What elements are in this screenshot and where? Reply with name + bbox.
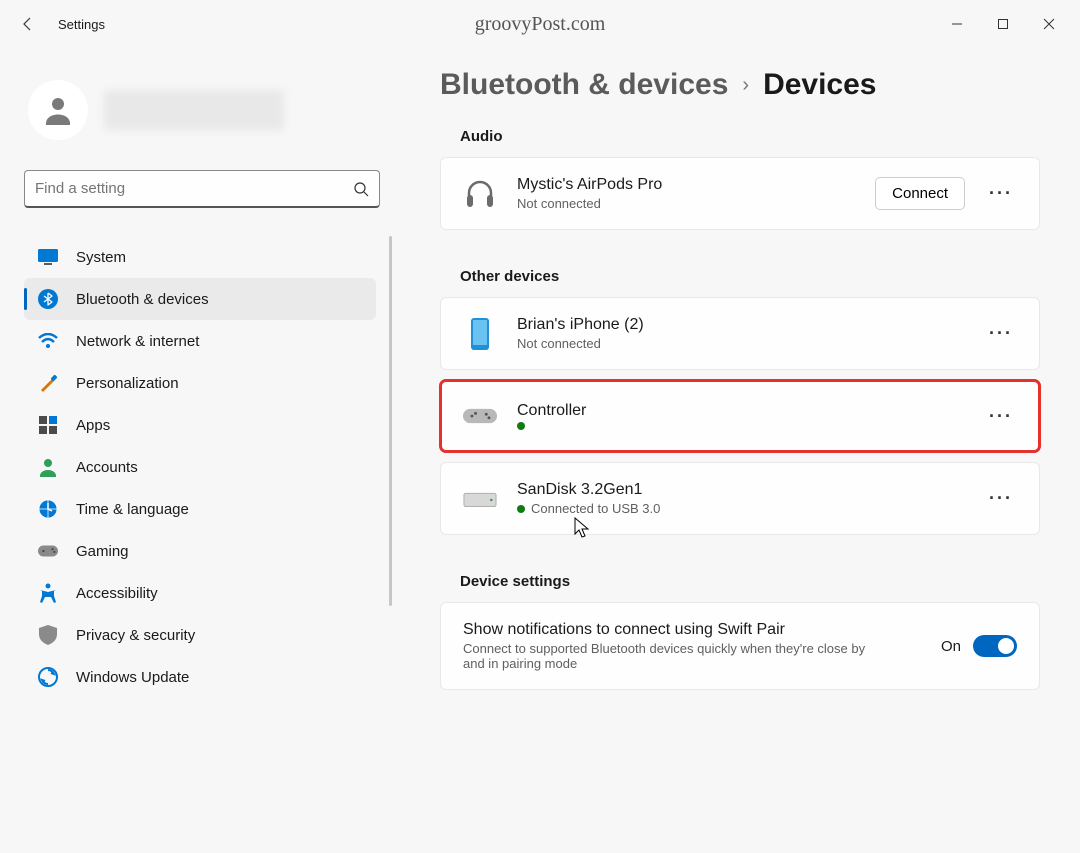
sidebar-item-label: Network & internet bbox=[76, 333, 199, 350]
phone-icon bbox=[463, 317, 497, 351]
search-icon bbox=[353, 181, 369, 197]
device-card-sandisk[interactable]: SanDisk 3.2Gen1 Connected to USB 3.0 ··· bbox=[440, 462, 1040, 535]
sidebar-item-label: Accessibility bbox=[76, 585, 158, 602]
breadcrumb-current: Devices bbox=[763, 68, 876, 102]
sidebar-item-label: Privacy & security bbox=[76, 627, 195, 644]
toggle-state-label: On bbox=[941, 638, 961, 655]
device-status bbox=[517, 422, 965, 430]
watermark: groovyPost.com bbox=[475, 13, 606, 36]
search-input[interactable] bbox=[35, 180, 353, 197]
device-card-airpods[interactable]: Mystic's AirPods Pro Not connected Conne… bbox=[440, 157, 1040, 230]
back-button[interactable] bbox=[8, 4, 48, 44]
sidebar-item-privacy-security[interactable]: Privacy & security bbox=[24, 614, 376, 656]
shield-icon bbox=[38, 625, 58, 645]
sidebar-item-label: Windows Update bbox=[76, 669, 189, 686]
paintbrush-icon bbox=[38, 373, 58, 393]
status-dot-icon bbox=[517, 505, 525, 513]
device-status: Not connected bbox=[517, 196, 855, 211]
section-title-audio: Audio bbox=[460, 128, 1040, 145]
headphones-icon bbox=[463, 177, 497, 211]
more-button[interactable]: ··· bbox=[985, 177, 1017, 210]
setting-title: Show notifications to connect using Swif… bbox=[463, 621, 921, 639]
search-box[interactable] bbox=[24, 170, 380, 208]
sidebar-item-gaming[interactable]: Gaming bbox=[24, 530, 376, 572]
sidebar-item-network[interactable]: Network & internet bbox=[24, 320, 376, 362]
update-icon bbox=[38, 667, 58, 687]
sidebar-item-label: Gaming bbox=[76, 543, 129, 560]
minimize-button[interactable] bbox=[934, 8, 980, 40]
device-name: Mystic's AirPods Pro bbox=[517, 176, 855, 194]
breadcrumb-parent[interactable]: Bluetooth & devices bbox=[440, 68, 728, 102]
setting-description: Connect to supported Bluetooth devices q… bbox=[463, 641, 883, 671]
sidebar-item-system[interactable]: System bbox=[24, 236, 376, 278]
connect-button[interactable]: Connect bbox=[875, 177, 965, 210]
person-icon bbox=[38, 457, 58, 477]
sidebar-item-time-language[interactable]: Time & language bbox=[24, 488, 376, 530]
maximize-button[interactable] bbox=[980, 8, 1026, 40]
device-card-iphone[interactable]: Brian's iPhone (2) Not connected ··· bbox=[440, 297, 1040, 370]
sidebar-item-windows-update[interactable]: Windows Update bbox=[24, 656, 376, 698]
apps-icon bbox=[38, 415, 58, 435]
avatar bbox=[28, 80, 88, 140]
sidebar-item-label: Apps bbox=[76, 417, 110, 434]
profile-block[interactable] bbox=[24, 60, 392, 170]
sidebar-item-accessibility[interactable]: Accessibility bbox=[24, 572, 376, 614]
sidebar-item-label: Time & language bbox=[76, 501, 189, 518]
more-button[interactable]: ··· bbox=[985, 482, 1017, 515]
toggle-switch[interactable] bbox=[973, 635, 1017, 657]
device-name: Brian's iPhone (2) bbox=[517, 316, 965, 334]
more-button[interactable]: ··· bbox=[985, 317, 1017, 350]
profile-name-blurred bbox=[104, 90, 284, 130]
controller-icon bbox=[463, 399, 497, 433]
globe-clock-icon bbox=[38, 499, 58, 519]
device-status: Connected to USB 3.0 bbox=[517, 501, 965, 516]
more-button[interactable]: ··· bbox=[985, 400, 1017, 433]
drive-icon bbox=[463, 482, 497, 516]
sidebar-item-apps[interactable]: Apps bbox=[24, 404, 376, 446]
device-status: Not connected bbox=[517, 336, 965, 351]
sidebar-item-accounts[interactable]: Accounts bbox=[24, 446, 376, 488]
status-dot-icon bbox=[517, 422, 525, 430]
gamepad-icon bbox=[38, 541, 58, 561]
sidebar-item-label: Accounts bbox=[76, 459, 138, 476]
system-icon bbox=[38, 247, 58, 267]
device-name: SanDisk 3.2Gen1 bbox=[517, 481, 965, 499]
section-title-device-settings: Device settings bbox=[460, 573, 1040, 590]
device-name: Controller bbox=[517, 402, 965, 420]
setting-swift-pair[interactable]: Show notifications to connect using Swif… bbox=[440, 602, 1040, 690]
sidebar-item-personalization[interactable]: Personalization bbox=[24, 362, 376, 404]
bluetooth-icon bbox=[38, 289, 58, 309]
chevron-right-icon: › bbox=[742, 74, 749, 97]
app-title: Settings bbox=[58, 17, 105, 32]
accessibility-icon bbox=[38, 583, 58, 603]
sidebar-item-label: System bbox=[76, 249, 126, 266]
sidebar-item-label: Bluetooth & devices bbox=[76, 291, 209, 308]
breadcrumb: Bluetooth & devices › Devices bbox=[440, 68, 1040, 102]
wifi-icon bbox=[38, 331, 58, 351]
sidebar-item-label: Personalization bbox=[76, 375, 179, 392]
section-title-other: Other devices bbox=[460, 268, 1040, 285]
device-card-controller[interactable]: Controller ··· bbox=[440, 380, 1040, 452]
sidebar-item-bluetooth-devices[interactable]: Bluetooth & devices bbox=[24, 278, 376, 320]
close-button[interactable] bbox=[1026, 8, 1072, 40]
